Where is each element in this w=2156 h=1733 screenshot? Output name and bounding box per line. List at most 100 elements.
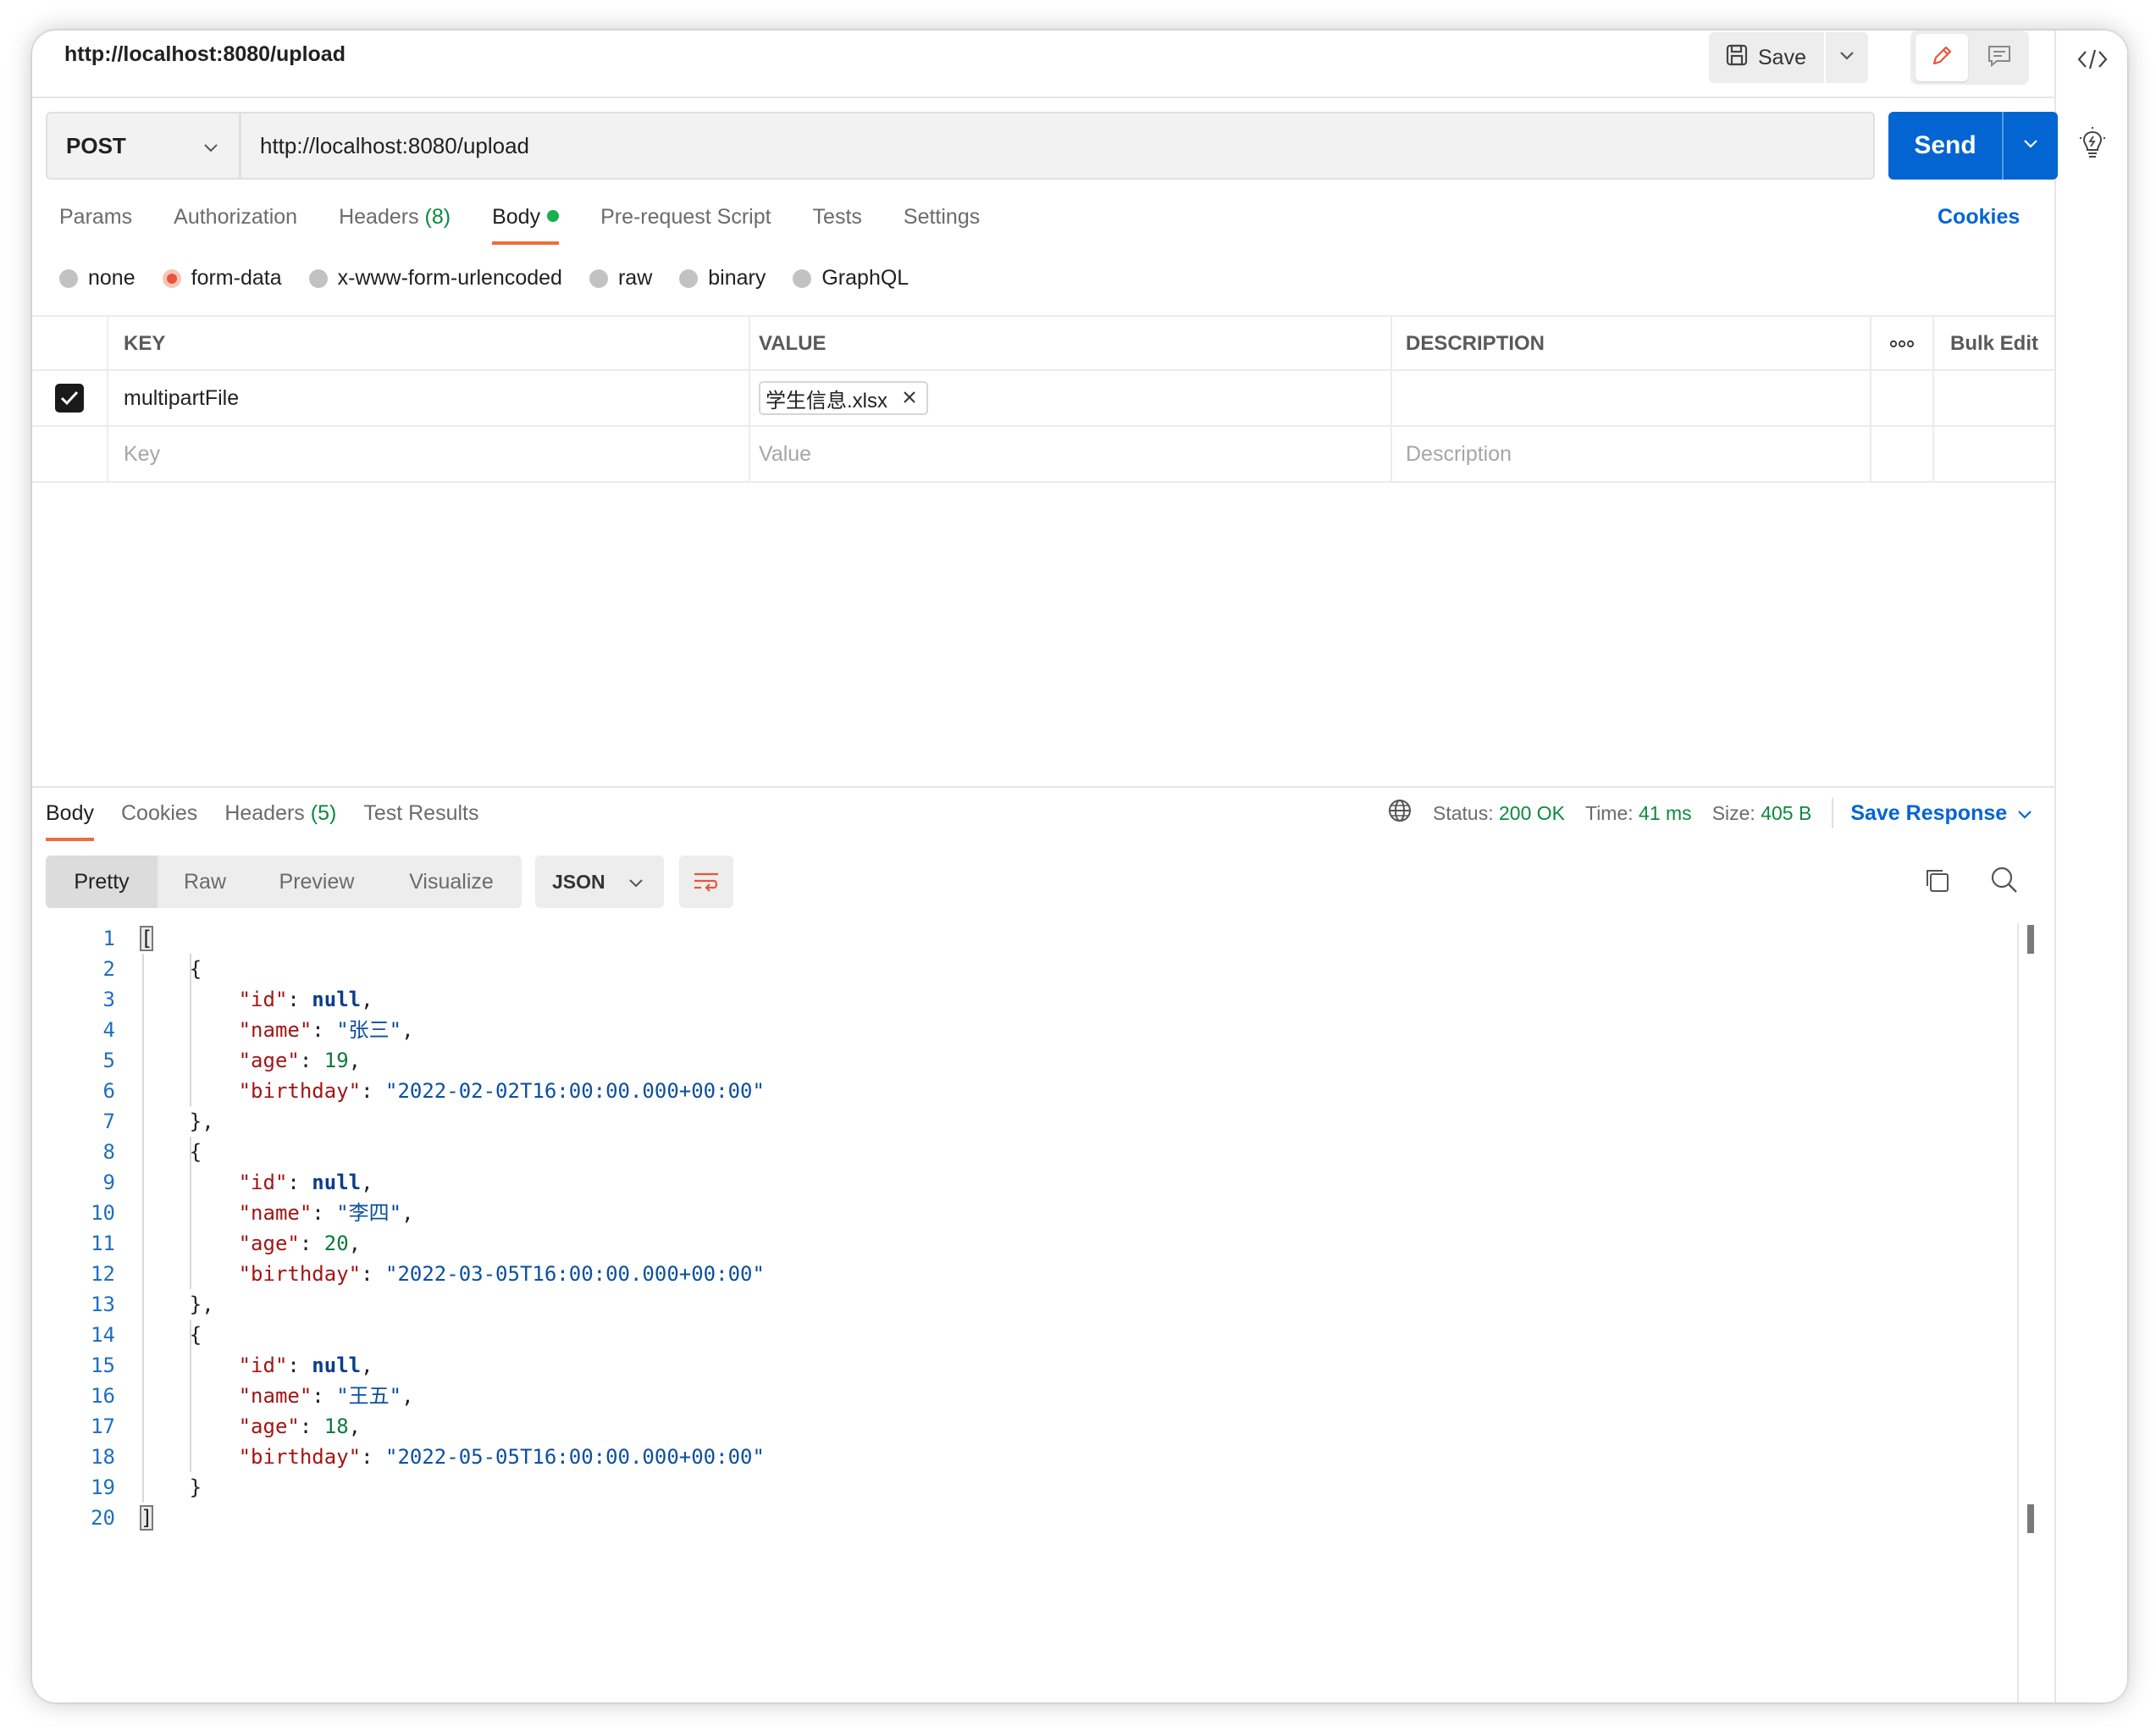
size-info[interactable]: Size: 405 B: [1712, 802, 1812, 825]
code-text: },: [141, 1293, 214, 1316]
send-options-button[interactable]: [2004, 112, 2058, 180]
row-checkbox[interactable]: [55, 384, 84, 412]
description-placeholder[interactable]: Description: [1392, 427, 1871, 481]
description-cell[interactable]: [1392, 371, 1871, 425]
cookies-link[interactable]: Cookies: [1938, 205, 2020, 230]
row-check-cell: [32, 371, 108, 425]
line-number: 1: [102, 927, 115, 950]
tab-body[interactable]: Body: [492, 205, 560, 245]
code-text: [: [139, 926, 154, 951]
radio-indicator: [162, 269, 181, 288]
code-text: "name": "王五",: [238, 1384, 414, 1408]
search-icon[interactable]: [1990, 866, 2019, 899]
response-divider[interactable]: [32, 786, 2054, 788]
radio-graphql[interactable]: GraphQL: [793, 266, 909, 291]
edit-mode-button[interactable]: [1916, 34, 1968, 81]
language-select[interactable]: JSON: [535, 855, 664, 908]
radio-x-www-form-urlencoded[interactable]: x-www-form-urlencoded: [308, 266, 562, 291]
row-bulk-cell: [1934, 427, 2054, 481]
code-text: {: [141, 957, 202, 981]
save-label: Save: [1758, 45, 1806, 69]
line-number: 8: [102, 1140, 115, 1164]
header-description: DESCRIPTION: [1392, 317, 1871, 371]
row-bulk-cell: [1934, 371, 2054, 425]
send-button-group: Send: [1888, 112, 2058, 180]
meta-divider: [1832, 798, 1834, 828]
lightbulb-icon[interactable]: [2056, 119, 2127, 169]
tab-headers[interactable]: Headers (8): [339, 205, 451, 230]
request-title: http://localhost:8080/upload: [64, 42, 346, 66]
code-text: "id": null,: [238, 1354, 373, 1377]
line-number: 5: [102, 1049, 115, 1072]
response-tab-body[interactable]: Body: [46, 801, 94, 841]
radio-indicator: [589, 269, 608, 288]
time-info[interactable]: Time: 41 ms: [1585, 802, 1692, 825]
copy-icon[interactable]: [1922, 866, 1951, 899]
status-info[interactable]: Status: 200 OK: [1433, 802, 1565, 825]
line-number: 16: [91, 1384, 115, 1408]
close-icon[interactable]: [903, 386, 916, 410]
tab-params[interactable]: Params: [59, 205, 132, 230]
code-text: "birthday": "2022-03-05T16:00:00.000+00:…: [238, 1262, 765, 1286]
code-text: {: [141, 1323, 202, 1347]
send-button[interactable]: Send: [1888, 112, 2002, 180]
radio-raw[interactable]: raw: [589, 266, 652, 291]
radio-form-data[interactable]: form-data: [162, 266, 282, 291]
value-placeholder[interactable]: Value: [750, 427, 1392, 481]
response-tab-test-results[interactable]: Test Results: [363, 801, 478, 826]
code-text: "age": 20,: [238, 1232, 362, 1255]
key-placeholder[interactable]: Key: [108, 427, 750, 481]
value-cell[interactable]: 学生信息.xlsx: [750, 371, 1392, 425]
time-value: 41 ms: [1639, 801, 1692, 824]
line-number: 10: [91, 1201, 115, 1225]
response-tabs: Body Cookies Headers (5) Test Results: [46, 801, 506, 841]
bulk-edit-button[interactable]: Bulk Edit: [1934, 317, 2054, 371]
line-number: 11: [91, 1232, 115, 1255]
line-number: 6: [102, 1079, 115, 1103]
format-visualize-button[interactable]: Visualize: [381, 855, 522, 908]
radio-indicator: [793, 269, 812, 288]
url-input[interactable]: http://localhost:8080/upload: [240, 112, 1875, 180]
comment-mode-button[interactable]: [1973, 34, 2026, 81]
code-text: "name": "李四",: [238, 1201, 414, 1225]
code-text: },: [141, 1110, 214, 1133]
row-more-cell: [1871, 371, 1934, 425]
more-icon[interactable]: [1871, 317, 1934, 371]
code-scrollbar-track[interactable]: [2017, 923, 2019, 1703]
comment-icon: [1987, 44, 2012, 72]
title-divider: [32, 97, 2054, 98]
method-select[interactable]: POST: [46, 112, 240, 180]
code-text: "id": null,: [238, 988, 373, 1011]
scroll-marker: [2027, 1504, 2034, 1533]
file-chip: 学生信息.xlsx: [759, 381, 928, 415]
format-pretty-button[interactable]: Pretty: [46, 855, 158, 908]
tab-pre-request-script[interactable]: Pre-request Script: [600, 205, 771, 230]
format-preview-button[interactable]: Preview: [252, 855, 381, 908]
response-tab-headers[interactable]: Headers (5): [224, 801, 336, 826]
save-button[interactable]: Save: [1709, 32, 1824, 83]
response-meta: Status: 200 OK Time: 41 ms Size: 405 B S…: [1387, 798, 2032, 828]
table-header-row: KEY VALUE DESCRIPTION Bulk Edit: [32, 315, 2054, 371]
format-raw-button[interactable]: Raw: [158, 855, 252, 908]
code-text: "age": 19,: [238, 1049, 362, 1072]
save-response-button[interactable]: Save Response: [1850, 801, 2032, 826]
line-number: 20: [91, 1506, 115, 1530]
line-number: 14: [91, 1323, 115, 1347]
wrap-lines-icon[interactable]: [679, 855, 733, 908]
tab-tests[interactable]: Tests: [813, 205, 862, 230]
globe-icon[interactable]: [1387, 798, 1412, 828]
line-number: 15: [91, 1354, 115, 1377]
radio-binary[interactable]: binary: [679, 266, 766, 291]
method-label: POST: [66, 132, 126, 158]
response-tab-cookies[interactable]: Cookies: [121, 801, 197, 826]
table-row-new: Key Value Description: [32, 427, 2054, 483]
tab-settings[interactable]: Settings: [904, 205, 980, 230]
language-label: JSON: [552, 870, 605, 893]
line-number: 13: [91, 1293, 115, 1316]
key-cell[interactable]: multipartFile: [108, 371, 750, 425]
radio-none[interactable]: none: [59, 266, 135, 291]
line-number: 9: [102, 1171, 115, 1194]
code-icon[interactable]: [2056, 34, 2127, 85]
save-options-button[interactable]: [1826, 32, 1868, 83]
tab-authorization[interactable]: Authorization: [174, 205, 297, 230]
